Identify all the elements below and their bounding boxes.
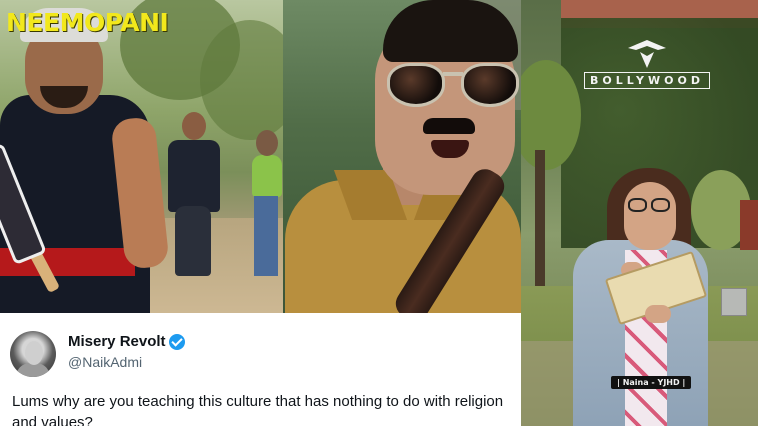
mustache: [423, 118, 475, 134]
woman-face: [624, 182, 676, 250]
glasses-icon: [651, 198, 670, 212]
avatar-face: [25, 341, 43, 365]
verified-badge-icon: [169, 334, 185, 350]
background-person-legs: [254, 196, 278, 276]
photo-right-woman-reading: BOLLYWOOD | Naina - YJHD |: [521, 0, 758, 426]
tweet-card[interactable]: Misery Revolt @NaikAdmi Lums why are you…: [0, 313, 521, 426]
bollywood-watermark: BOLLYWOOD: [567, 38, 727, 89]
tweet-text: Lums why are you teaching this culture t…: [12, 393, 504, 426]
background-person-head: [256, 130, 278, 156]
glasses-icon: [628, 198, 647, 212]
red-building: [740, 200, 758, 250]
user-handle[interactable]: @NaikAdmi: [68, 354, 142, 370]
photo-left-man-with-bat: NEEMOPANI: [0, 0, 283, 313]
background-person-head: [182, 112, 206, 140]
hand: [645, 305, 671, 323]
background-person: [168, 140, 220, 212]
brand-logo: NEEMOPANI: [6, 8, 169, 37]
tree-trunk: [535, 150, 545, 300]
man-hair: [383, 0, 518, 62]
sunglasses-lens: [461, 63, 519, 107]
photo-middle-man-sunglasses: [283, 0, 521, 313]
display-name[interactable]: Misery Revolt: [68, 333, 166, 350]
sunglasses-lens: [387, 63, 445, 107]
avatar[interactable]: [10, 331, 56, 377]
crown-wings-icon: [628, 40, 666, 68]
sunglasses-bridge: [443, 72, 463, 76]
bollywood-text: BOLLYWOOD: [584, 72, 710, 89]
background-person-legs: [175, 206, 211, 276]
utility-box: [721, 288, 747, 316]
character-caption: | Naina - YJHD |: [611, 376, 692, 389]
avatar-figure: [16, 363, 50, 377]
background-person: [252, 155, 282, 197]
